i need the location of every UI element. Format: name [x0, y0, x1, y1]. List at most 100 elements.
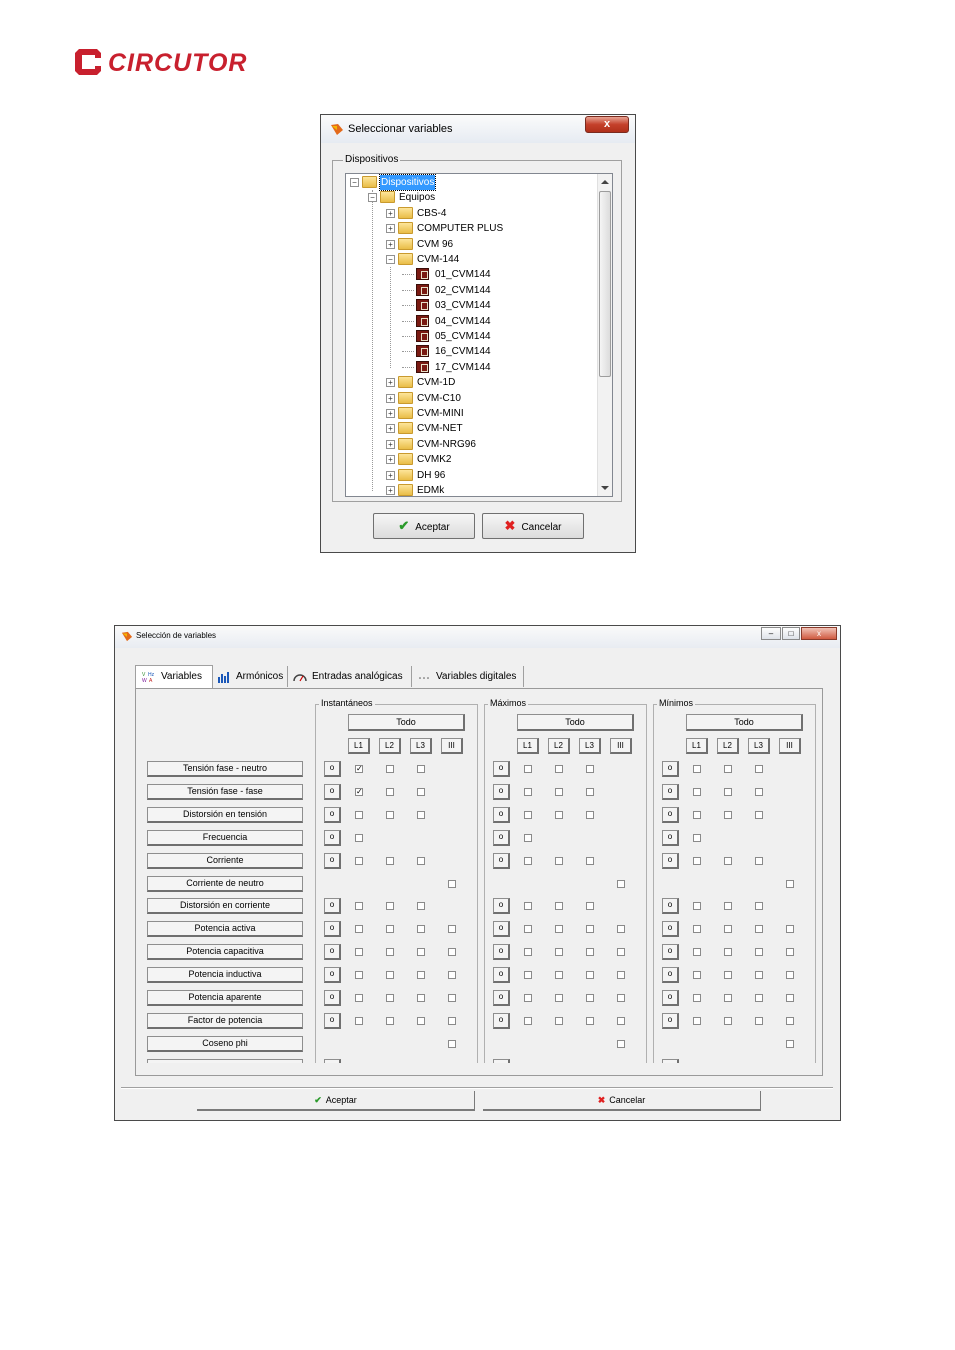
row-select-button[interactable]: o [662, 761, 679, 777]
row-select-button[interactable]: o [493, 806, 510, 823]
checkbox[interactable] [386, 810, 394, 819]
checkbox[interactable] [786, 1039, 794, 1048]
checkbox[interactable] [417, 1016, 425, 1025]
phase-button-iii[interactable]: III [610, 738, 632, 754]
tree-item-device[interactable]: 02_CVM144 [402, 283, 612, 298]
row-select-button[interactable]: o [324, 806, 341, 823]
row-select-button[interactable]: o [493, 783, 510, 800]
variable-row-button[interactable]: Distorsión en corriente [147, 898, 303, 915]
row-select-button[interactable]: o [662, 806, 679, 823]
tree-item-folder[interactable]: + CVM-1D [386, 375, 606, 390]
checkbox[interactable] [724, 994, 732, 1002]
checkbox[interactable] [524, 971, 532, 980]
row-select-button[interactable]: o [493, 944, 510, 961]
expand-icon[interactable]: + [386, 409, 395, 418]
checkbox[interactable] [448, 948, 456, 957]
tree-item-folder[interactable]: + CVMK2 [386, 452, 606, 467]
checkbox[interactable]: ✓ [355, 765, 363, 773]
row-select-button[interactable]: o [324, 967, 341, 984]
checkbox[interactable] [786, 971, 794, 980]
checkbox[interactable] [724, 948, 732, 957]
expand-icon[interactable]: + [386, 208, 395, 218]
variable-row-button[interactable]: Potencia activa [147, 921, 303, 938]
checkbox[interactable] [417, 948, 425, 957]
row-select-button[interactable]: o [324, 921, 341, 938]
checkbox[interactable] [617, 948, 625, 957]
row-select-button[interactable]: o [662, 967, 679, 984]
checkbox[interactable] [386, 994, 394, 1002]
checkbox[interactable] [355, 833, 363, 842]
variable-row-button[interactable]: Corriente [147, 852, 303, 869]
row-select-button[interactable] [662, 1058, 679, 1063]
checkbox[interactable] [617, 1016, 625, 1025]
checkbox[interactable] [786, 948, 794, 957]
checkbox[interactable] [524, 925, 532, 934]
checkbox[interactable] [755, 856, 763, 865]
tree-item-folder[interactable]: − Dispositivos [350, 174, 570, 191]
checkbox[interactable] [724, 1016, 732, 1025]
select-all-button[interactable]: Todo [517, 714, 634, 731]
tree-item-folder[interactable]: + CVM-NRG96 [386, 437, 606, 452]
checkbox[interactable] [386, 787, 394, 796]
row-select-button[interactable]: o [493, 967, 510, 984]
checkbox[interactable] [586, 1016, 594, 1025]
phase-button-l1[interactable]: L1 [517, 738, 539, 754]
close-button[interactable]: x [801, 627, 837, 640]
expand-icon[interactable]: + [386, 470, 395, 480]
checkbox[interactable] [724, 925, 732, 934]
checkbox[interactable] [448, 1039, 456, 1048]
row-select-button[interactable]: o [493, 898, 510, 915]
close-button[interactable]: x [585, 116, 629, 133]
checkbox[interactable] [693, 810, 701, 819]
checkbox[interactable] [586, 787, 594, 796]
tree-item-folder[interactable]: − Equipos [368, 190, 588, 205]
variable-row-button[interactable]: Tensión fase - neutro [147, 761, 303, 777]
phase-button-l2[interactable]: L2 [548, 738, 570, 754]
row-select-button[interactable]: o [493, 761, 510, 777]
checkbox[interactable] [755, 925, 763, 934]
checkbox[interactable] [724, 765, 732, 773]
variable-row-button[interactable]: Corriente de neutro [147, 875, 303, 892]
checkbox[interactable] [417, 765, 425, 773]
collapse-icon[interactable]: − [386, 255, 395, 264]
checkbox[interactable] [417, 787, 425, 796]
checkbox[interactable] [417, 971, 425, 980]
checkbox[interactable] [586, 765, 594, 773]
checkbox[interactable] [724, 971, 732, 980]
checkbox[interactable] [617, 971, 625, 980]
checkbox[interactable] [524, 902, 532, 911]
checkbox[interactable] [555, 765, 563, 773]
checkbox[interactable]: ✓ [355, 787, 363, 796]
phase-button-l2[interactable]: L2 [717, 738, 739, 754]
row-select-button[interactable]: o [493, 1012, 510, 1029]
tab-arm-nicos[interactable]: Armónicos [211, 666, 288, 687]
tree-item-folder[interactable]: + DH 96 [386, 468, 606, 483]
checkbox[interactable] [693, 1016, 701, 1025]
variable-row-button[interactable]: Frecuencia [147, 829, 303, 846]
checkbox[interactable] [524, 994, 532, 1002]
checkbox[interactable] [693, 765, 701, 773]
checkbox[interactable] [555, 810, 563, 819]
row-select-button[interactable]: o [493, 990, 510, 1006]
checkbox[interactable] [524, 856, 532, 865]
checkbox[interactable] [448, 1016, 456, 1025]
checkbox[interactable] [786, 994, 794, 1002]
checkbox[interactable] [524, 833, 532, 842]
row-select-button[interactable] [493, 1058, 510, 1063]
checkbox[interactable] [448, 925, 456, 934]
tree-item-folder[interactable]: + CVM-C10 [386, 391, 606, 406]
checkbox[interactable] [786, 879, 794, 888]
variable-row-button[interactable] [147, 1058, 303, 1063]
checkbox[interactable] [555, 925, 563, 934]
checkbox[interactable] [355, 856, 363, 865]
checkbox[interactable] [755, 787, 763, 796]
row-select-button[interactable]: o [324, 783, 341, 800]
phase-button-iii[interactable]: III [779, 738, 801, 754]
row-select-button[interactable]: o [324, 829, 341, 846]
row-select-button[interactable]: o [324, 898, 341, 915]
checkbox[interactable] [386, 902, 394, 911]
minimize-button[interactable]: – [761, 627, 781, 640]
checkbox[interactable] [724, 902, 732, 911]
checkbox[interactable] [386, 856, 394, 865]
tree-item-device[interactable]: 04_CVM144 [402, 314, 612, 329]
